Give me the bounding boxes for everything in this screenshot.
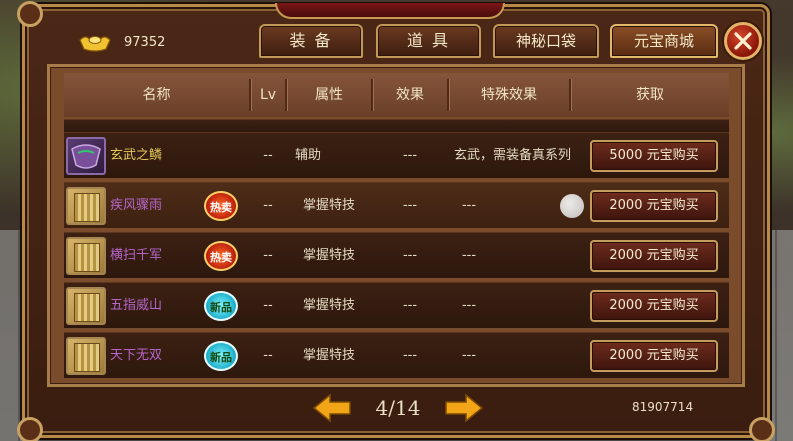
item-effect: --- xyxy=(402,248,418,263)
arrow-right-icon[interactable] xyxy=(444,393,484,423)
item-effect: --- xyxy=(402,148,418,163)
armor-icon[interactable] xyxy=(66,137,106,175)
corner-ornament xyxy=(17,417,43,441)
header-effect: 效果 xyxy=(396,87,424,103)
item-level: -- xyxy=(263,298,273,313)
header-level: Lv xyxy=(259,87,277,103)
item-name: 玄武之鳞 xyxy=(110,148,163,163)
tab-yuanbao-shop[interactable]: 元宝商城 xyxy=(610,24,718,58)
item-attribute: 掌握特技 xyxy=(302,198,355,213)
table-row[interactable]: 玄武之鳞 -- 辅助 --- 玄武，需装备真系列 5000 元宝购买 xyxy=(64,132,729,178)
touch-cursor xyxy=(560,194,584,218)
close-button[interactable] xyxy=(724,22,762,60)
item-effect: --- xyxy=(402,348,418,363)
item-table-panel: 名称 Lv 属性 效果 特殊效果 获取 玄武之鳞 -- 辅助 --- 玄武，需装… xyxy=(47,64,745,387)
arrow-left-icon[interactable] xyxy=(312,393,352,423)
item-attribute: 掌握特技 xyxy=(302,248,355,263)
table-header: 名称 Lv 属性 效果 特殊效果 获取 xyxy=(64,73,729,117)
item-name: 天下无双 xyxy=(110,348,163,363)
item-attribute: 掌握特技 xyxy=(302,298,355,313)
buy-button[interactable]: 2000 元宝购买 xyxy=(590,290,718,322)
table-row[interactable]: 疾风骤雨 热卖 -- 掌握特技 --- --- 2000 元宝购买 xyxy=(64,182,729,228)
buy-button[interactable]: 2000 元宝购买 xyxy=(590,240,718,272)
hot-sale-badge: 热卖 xyxy=(204,191,238,221)
table-body: 玄武之鳞 -- 辅助 --- 玄武，需装备真系列 5000 元宝购买 疾风骤雨 … xyxy=(64,119,729,385)
table-row[interactable]: 天下无双 新品 -- 掌握特技 --- --- 2000 元宝购买 xyxy=(64,332,729,378)
skill-book-icon[interactable] xyxy=(66,287,106,325)
table-row-partial xyxy=(64,119,729,133)
skill-book-icon[interactable] xyxy=(66,337,106,375)
item-effect: --- xyxy=(402,298,418,313)
item-level: -- xyxy=(263,348,273,363)
item-special-effect: --- xyxy=(461,298,477,313)
page-indicator: 4/14 xyxy=(375,396,421,420)
gold-amount: 97352 xyxy=(124,35,166,50)
header-attribute: 属性 xyxy=(315,87,343,103)
tab-equipment[interactable]: 装 备 xyxy=(259,24,363,58)
header-obtain: 获取 xyxy=(636,87,664,103)
header-name: 名称 xyxy=(142,87,171,103)
top-ornament xyxy=(275,3,505,19)
table-row[interactable]: 五指威山 新品 -- 掌握特技 --- --- 2000 元宝购买 xyxy=(64,282,729,328)
item-level: -- xyxy=(263,248,273,263)
player-id: 81907714 xyxy=(632,400,694,414)
item-special-effect: 玄武，需装备真系列 xyxy=(454,148,572,163)
tab-mystery-bag[interactable]: 神秘口袋 xyxy=(493,24,599,58)
buy-button[interactable]: 2000 元宝购买 xyxy=(590,340,718,372)
item-special-effect: --- xyxy=(461,248,477,263)
item-name: 横扫千军 xyxy=(110,248,163,263)
gold-ingot-icon xyxy=(79,36,111,52)
buy-button[interactable]: 2000 元宝购买 xyxy=(590,190,718,222)
new-item-badge: 新品 xyxy=(204,291,238,321)
item-effect: --- xyxy=(402,198,418,213)
item-attribute: 掌握特技 xyxy=(302,348,355,363)
item-special-effect: --- xyxy=(461,198,477,213)
armor-shape xyxy=(71,144,101,169)
corner-ornament xyxy=(749,417,775,441)
header-special-effect: 特殊效果 xyxy=(481,87,537,103)
skill-book-icon[interactable] xyxy=(66,187,106,225)
item-special-effect: --- xyxy=(461,348,477,363)
table-row[interactable]: 横扫千军 热卖 -- 掌握特技 --- --- 2000 元宝购买 xyxy=(64,232,729,278)
hot-sale-badge: 热卖 xyxy=(204,241,238,271)
skill-book-icon[interactable] xyxy=(66,237,106,275)
corner-ornament xyxy=(17,1,43,27)
buy-button[interactable]: 5000 元宝购买 xyxy=(590,140,718,172)
item-name: 五指威山 xyxy=(110,298,163,313)
close-icon xyxy=(734,32,752,50)
item-name: 疾风骤雨 xyxy=(110,198,163,213)
tab-items[interactable]: 道 具 xyxy=(376,24,481,58)
item-level: -- xyxy=(263,148,273,163)
item-attribute: 辅助 xyxy=(295,148,322,163)
item-level: -- xyxy=(263,198,273,213)
new-item-badge: 新品 xyxy=(204,341,238,371)
